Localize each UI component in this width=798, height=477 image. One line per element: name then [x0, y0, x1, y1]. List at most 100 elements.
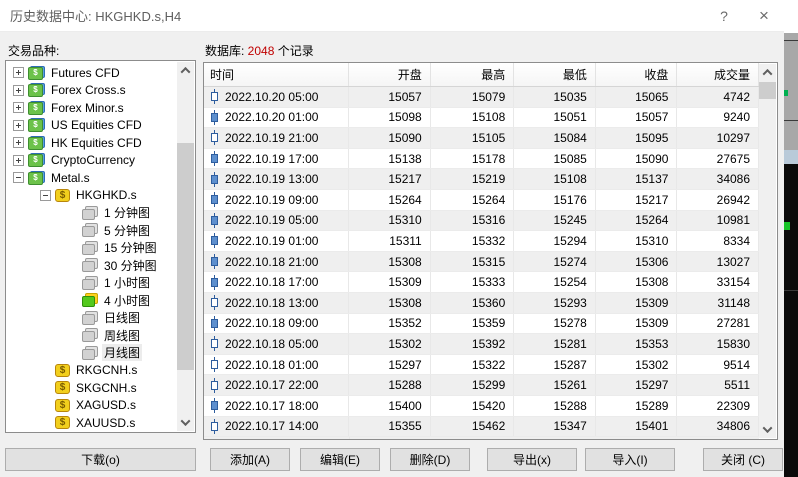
collapse-minus-icon[interactable] — [13, 172, 24, 183]
table-row[interactable]: 2022.10.17 18:00154001542015288152892230… — [204, 396, 759, 417]
table-row[interactable]: 2022.10.17 14:00153551546215347154013480… — [204, 417, 759, 438]
time-value: 2022.10.18 21:00 — [225, 255, 318, 269]
time-value: 2022.10.18 13:00 — [225, 296, 318, 310]
table-scroll-up-icon[interactable] — [759, 64, 776, 81]
time-value: 2022.10.18 09:00 — [225, 316, 318, 330]
tree-item[interactable]: 30 分钟图 — [6, 257, 177, 275]
open-cell: 15302 — [349, 334, 431, 354]
export-button[interactable]: 导出(x) — [487, 448, 577, 471]
bullish-candle-icon — [210, 295, 219, 310]
table-scroll-down-icon[interactable] — [759, 421, 776, 438]
tree-item[interactable]: HK Equities CFD — [6, 134, 177, 152]
tree-item[interactable]: 周线图 — [6, 327, 177, 345]
table-row[interactable]: 2022.10.18 13:00153081536015293153093114… — [204, 293, 759, 314]
expand-plus-icon[interactable] — [13, 137, 24, 148]
delete-button[interactable]: 删除(D) — [390, 448, 470, 471]
table-row[interactable]: 2022.10.19 01:00153111533215294153108334 — [204, 231, 759, 252]
open-cell: 15264 — [349, 190, 431, 210]
collapse-minus-icon[interactable] — [40, 190, 51, 201]
time-cell: 2022.10.17 14:00 — [204, 417, 349, 437]
expand-plus-icon[interactable] — [13, 155, 24, 166]
tree-item[interactable]: Metal.s — [6, 169, 177, 187]
column-header: 成交量 — [677, 63, 759, 86]
tree-item[interactable]: 日线图 — [6, 309, 177, 327]
database-label: 数据库: 2048 个记录 — [205, 42, 314, 59]
tree-item-label: HK Equities CFD — [49, 136, 144, 150]
records-suffix: 个记录 — [274, 44, 313, 58]
open-cell: 15297 — [349, 355, 431, 375]
open-cell: 15308 — [349, 293, 431, 313]
tree-item[interactable]: 1 小时图 — [6, 274, 177, 292]
table-row[interactable]: 2022.10.20 05:00150571507915035150654742 — [204, 87, 759, 108]
tree-item[interactable]: Forex Minor.s — [6, 99, 177, 117]
time-cell: 2022.10.20 05:00 — [204, 87, 349, 107]
expand-plus-icon[interactable] — [13, 120, 24, 131]
symbol-coin-icon: $ — [55, 416, 70, 429]
record-count: 2048 — [248, 44, 275, 58]
help-button[interactable]: ? — [704, 1, 744, 31]
tree-item[interactable]: Futures CFD — [6, 64, 177, 82]
table-row[interactable]: 2022.10.19 05:00153101531615245152641098… — [204, 211, 759, 232]
tree-item[interactable]: $RKGCNH.s — [6, 362, 177, 380]
expand-plus-icon[interactable] — [13, 67, 24, 78]
bullish-candle-icon — [210, 336, 219, 351]
edit-button[interactable]: 编辑(E) — [300, 448, 380, 471]
timeframe-db-icon — [82, 258, 98, 272]
close-cell: 15302 — [596, 355, 678, 375]
table-scrollbar-thumb[interactable] — [759, 82, 776, 99]
tree-item[interactable]: $XAUUSD.s — [6, 414, 177, 432]
table-row[interactable]: 2022.10.20 01:00150981510815051150579240 — [204, 108, 759, 129]
tree-scrollbar-thumb[interactable] — [177, 143, 194, 370]
table-row[interactable]: 2022.10.18 21:00153081531515274153061302… — [204, 252, 759, 273]
tree-item[interactable]: 5 分钟图 — [6, 222, 177, 240]
import-button[interactable]: 导入(I) — [585, 448, 675, 471]
timeframe-db-icon — [82, 223, 98, 237]
close-icon[interactable]: × — [744, 1, 784, 31]
close-button[interactable]: 关闭 (C) — [703, 448, 783, 471]
tree-item[interactable]: 月线图 — [6, 344, 177, 362]
high-cell: 15332 — [431, 231, 515, 251]
high-cell: 15315 — [431, 252, 515, 272]
tree-item[interactable]: $XAGUSD.s — [6, 397, 177, 415]
volume-cell: 4742 — [677, 87, 759, 107]
tree-item[interactable]: 15 分钟图 — [6, 239, 177, 257]
low-cell: 15261 — [514, 375, 596, 395]
tree-item[interactable]: $SKGCNH.s — [6, 379, 177, 397]
tree-item[interactable]: $HKGHKD.s — [6, 187, 177, 205]
high-cell: 15264 — [431, 190, 515, 210]
table-row[interactable]: 2022.10.19 21:00150901510515084150951029… — [204, 128, 759, 149]
time-value: 2022.10.17 14:00 — [225, 419, 318, 433]
open-cell: 15309 — [349, 272, 431, 292]
symbol-tree: Futures CFDForex Cross.sForex Minor.sUS … — [6, 61, 177, 432]
volume-cell: 34806 — [677, 417, 759, 437]
table-row[interactable]: 2022.10.18 05:00153021539215281153531583… — [204, 334, 759, 355]
table-scrollbar[interactable] — [759, 64, 776, 438]
column-header: 收盘 — [596, 63, 678, 86]
table-row[interactable]: 2022.10.19 17:00151381517815085150902767… — [204, 149, 759, 170]
tree-item[interactable]: US Equities CFD — [6, 117, 177, 135]
tree-item[interactable]: 4 小时图 — [6, 292, 177, 310]
table-row[interactable]: 2022.10.18 17:00153091533315254153083315… — [204, 272, 759, 293]
table-body: 2022.10.20 05:00150571507915035150654742… — [204, 87, 759, 439]
table-row[interactable]: 2022.10.17 22:00152881529915261152975511 — [204, 375, 759, 396]
tree-scroll-down-icon[interactable] — [177, 414, 194, 431]
expand-plus-icon[interactable] — [13, 85, 24, 96]
add-button[interactable]: 添加(A) — [210, 448, 290, 471]
time-value: 2022.10.19 01:00 — [225, 234, 318, 248]
table-row[interactable]: 2022.10.18 01:00152971532215287153029514 — [204, 355, 759, 376]
tree-item-label: 4 小时图 — [102, 292, 152, 309]
download-button[interactable]: 下载(o) — [5, 448, 196, 471]
expand-plus-icon[interactable] — [13, 102, 24, 113]
table-row[interactable]: 2022.10.18 09:00153521535915278153092728… — [204, 314, 759, 335]
tree-scroll-up-icon[interactable] — [177, 62, 194, 79]
low-cell: 15084 — [514, 128, 596, 148]
table-row[interactable]: 2022.10.19 13:00152171521915108151373408… — [204, 169, 759, 190]
tree-scrollbar[interactable] — [177, 62, 194, 431]
volume-cell: 26942 — [677, 190, 759, 210]
table-row[interactable]: 2022.10.19 09:00152641526415176152172694… — [204, 190, 759, 211]
close-cell: 15353 — [596, 334, 678, 354]
tree-item[interactable]: Forex Cross.s — [6, 82, 177, 100]
tree-item[interactable]: 1 分钟图 — [6, 204, 177, 222]
close-cell: 15057 — [596, 108, 678, 128]
tree-item[interactable]: CryptoCurrency — [6, 152, 177, 170]
